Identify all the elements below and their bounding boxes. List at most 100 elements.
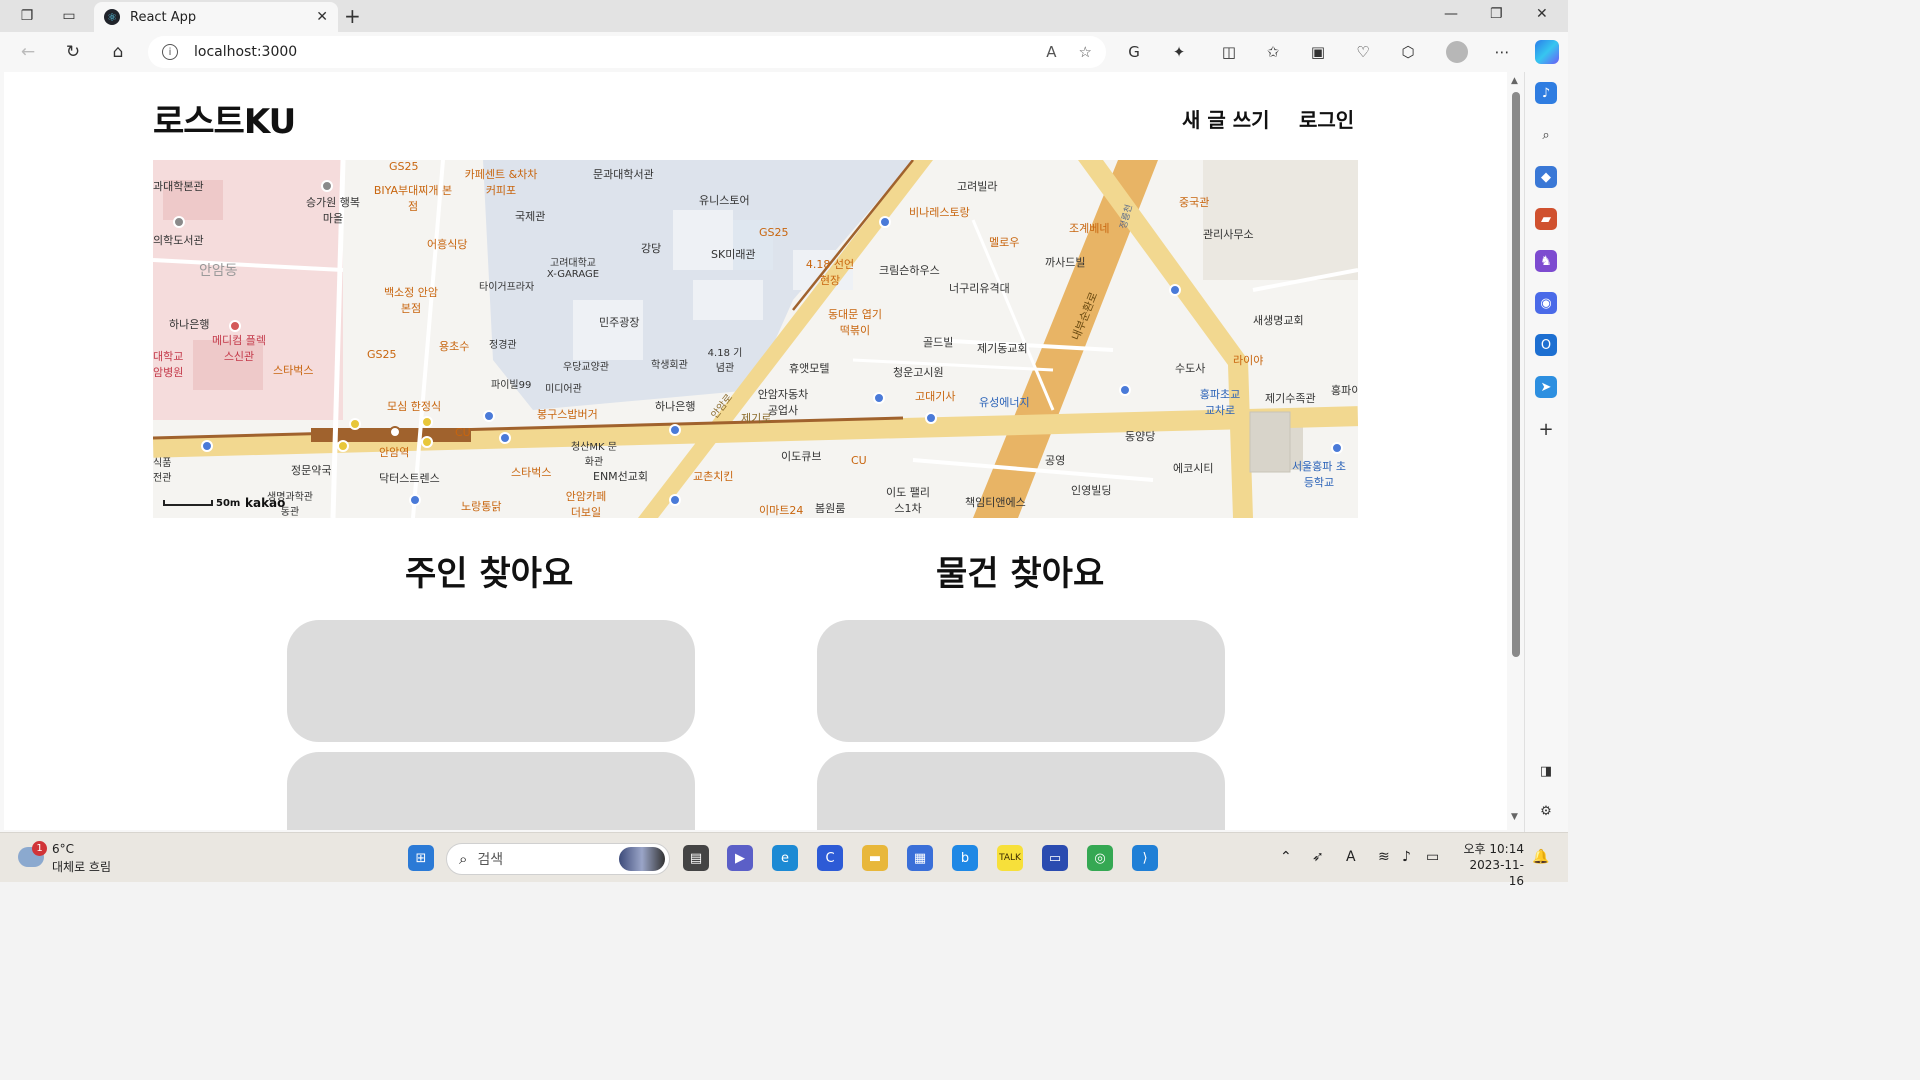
bus-stop-marker[interactable] xyxy=(201,440,213,452)
bus-stop-marker[interactable] xyxy=(1169,284,1181,296)
wifi-icon[interactable]: ≋ xyxy=(1378,849,1390,865)
write-post-link[interactable]: 새 글 쓰기 xyxy=(1182,104,1270,133)
volume-icon[interactable]: ♪ xyxy=(1402,849,1411,865)
bing-icon[interactable]: b xyxy=(952,845,978,871)
vscode-icon[interactable]: ⟩ xyxy=(1132,845,1158,871)
chrome-icon[interactable]: ◎ xyxy=(1087,845,1113,871)
browser-essentials-icon[interactable]: ⬡ xyxy=(1397,41,1419,63)
bus-stop-marker[interactable] xyxy=(873,392,885,404)
owner-post-card[interactable] xyxy=(287,620,695,742)
scrollbar-thumb[interactable] xyxy=(1512,92,1520,657)
games-icon[interactable]: ♞ xyxy=(1535,250,1557,272)
bus-stop-marker[interactable] xyxy=(879,216,891,228)
search-icon[interactable]: ⌕ xyxy=(1535,124,1557,146)
file-explorer-icon[interactable]: ▬ xyxy=(862,845,888,871)
edge-browser-icon[interactable]: e xyxy=(772,845,798,871)
system-clock[interactable]: 오후 10:14 2023-11-16 xyxy=(1458,841,1524,889)
map-label: 우당교양관 xyxy=(563,362,609,373)
kakaotalk-icon[interactable]: TALK xyxy=(997,845,1023,871)
map-label: 파이빌99 xyxy=(491,380,532,391)
task-view-icon[interactable]: ▤ xyxy=(683,845,709,871)
microsoft-store-icon[interactable]: ▦ xyxy=(907,845,933,871)
place-marker[interactable] xyxy=(173,216,185,228)
performance-icon[interactable]: ♡ xyxy=(1352,41,1374,63)
notification-bell-icon[interactable]: ♪ xyxy=(1535,82,1557,104)
bus-stop-marker[interactable] xyxy=(669,424,681,436)
ime-language-icon[interactable]: A xyxy=(1346,849,1356,865)
subway-exit-marker[interactable] xyxy=(421,436,433,448)
split-screen-icon[interactable]: ◫ xyxy=(1218,41,1240,63)
page-scrollbar[interactable]: ▲ ▼ xyxy=(1508,72,1524,830)
notification-center-icon[interactable]: 🔔 xyxy=(1532,849,1549,865)
grammarly-icon[interactable]: G xyxy=(1123,41,1145,63)
add-sidebar-app-icon[interactable]: + xyxy=(1535,418,1557,440)
weather-description[interactable]: 대체로 흐림 xyxy=(52,858,111,875)
place-marker[interactable] xyxy=(321,180,333,192)
profile-avatar[interactable] xyxy=(1446,41,1468,63)
map-label: 고려빌라 xyxy=(957,180,998,193)
tab-actions-icon[interactable]: ▭ xyxy=(58,6,80,26)
outlook-icon[interactable]: O xyxy=(1535,334,1557,356)
refresh-icon[interactable]: ↻ xyxy=(61,40,85,64)
drop-send-icon[interactable]: ➤ xyxy=(1535,376,1557,398)
read-aloud-icon[interactable]: A xyxy=(1046,43,1056,61)
scroll-down-icon[interactable]: ▼ xyxy=(1511,812,1518,822)
collections-icon[interactable]: ▣ xyxy=(1307,41,1329,63)
settings-gear-icon[interactable]: ⚙ xyxy=(1535,800,1557,822)
tools-briefcase-icon[interactable]: ▰ xyxy=(1535,208,1557,230)
subway-exit-marker[interactable] xyxy=(337,440,349,452)
owner-post-card[interactable] xyxy=(287,752,695,830)
extensions-icon[interactable]: ✦ xyxy=(1168,41,1190,63)
battery-icon[interactable]: ▭ xyxy=(1426,849,1439,865)
hide-sidebar-icon[interactable]: ◨ xyxy=(1535,760,1557,782)
kakao-map[interactable]: 50m kakao 과대학본관 승가원 행복마을 BIYA부대찌개 본점 카페센… xyxy=(153,160,1358,518)
workspaces-icon[interactable]: ❐ xyxy=(16,6,38,26)
bus-stop-marker[interactable] xyxy=(499,432,511,444)
more-menu-icon[interactable]: ⋯ xyxy=(1491,41,1513,63)
subway-exit-marker[interactable] xyxy=(349,418,361,430)
address-bar[interactable]: i localhost:3000 A ☆ xyxy=(148,36,1106,68)
bus-stop-marker[interactable] xyxy=(1119,384,1131,396)
minimize-icon[interactable]: — xyxy=(1444,6,1458,22)
map-label: SK미래관 xyxy=(711,248,756,261)
maximize-icon[interactable]: ❐ xyxy=(1490,6,1503,22)
browser-tab[interactable]: ⚛ React App ✕ xyxy=(94,2,338,32)
map-label: 이도큐브 xyxy=(781,450,822,463)
copilot-icon[interactable] xyxy=(1535,40,1559,64)
site-logo[interactable]: 로스트KU xyxy=(153,94,296,143)
shopping-tag-icon[interactable]: ◆ xyxy=(1535,166,1557,188)
bus-stop-marker[interactable] xyxy=(483,410,495,422)
show-hidden-icons-chevron-icon[interactable]: ⌃ xyxy=(1280,849,1292,865)
weather-temperature[interactable]: 6°C xyxy=(52,842,74,856)
item-post-card[interactable] xyxy=(817,620,1225,742)
map-label: 어흥식당 xyxy=(427,238,468,251)
scroll-up-icon[interactable]: ▲ xyxy=(1511,76,1518,86)
favorites-icon[interactable]: ✩ xyxy=(1262,41,1284,63)
hospital-marker[interactable] xyxy=(229,320,241,332)
item-post-card[interactable] xyxy=(817,752,1225,830)
favorite-star-icon[interactable]: ☆ xyxy=(1079,43,1092,61)
subway-station-marker[interactable] xyxy=(389,426,401,438)
bus-stop-marker[interactable] xyxy=(925,412,937,424)
item-wanted-title: 물건 찾아요 xyxy=(936,554,1105,594)
microsoft365-icon[interactable]: ◉ xyxy=(1535,292,1557,314)
back-icon[interactable]: ← xyxy=(16,40,40,64)
teams-chat-icon[interactable]: ▶ xyxy=(727,845,753,871)
map-label: 안암역 xyxy=(379,446,410,459)
subway-exit-marker[interactable] xyxy=(421,416,433,428)
bus-stop-marker[interactable] xyxy=(409,494,421,506)
close-window-icon[interactable]: ✕ xyxy=(1536,6,1548,22)
school-marker[interactable] xyxy=(1331,442,1343,454)
new-tab-icon[interactable]: + xyxy=(344,4,361,28)
remote-app-icon[interactable]: ▭ xyxy=(1042,845,1068,871)
windows-start-icon[interactable]: ⊞ xyxy=(408,845,434,871)
close-tab-icon[interactable]: ✕ xyxy=(316,9,328,25)
site-info-icon[interactable]: i xyxy=(162,44,178,60)
location-icon[interactable]: ➶ xyxy=(1312,849,1324,865)
map-label: 4.18 선언현장 xyxy=(805,258,855,287)
login-link[interactable]: 로그인 xyxy=(1299,104,1354,133)
bus-stop-marker[interactable] xyxy=(669,494,681,506)
taskbar-search[interactable]: ⌕ 검색 xyxy=(446,843,670,875)
home-icon[interactable]: ⌂ xyxy=(106,40,130,64)
app-c-icon[interactable]: C xyxy=(817,845,843,871)
